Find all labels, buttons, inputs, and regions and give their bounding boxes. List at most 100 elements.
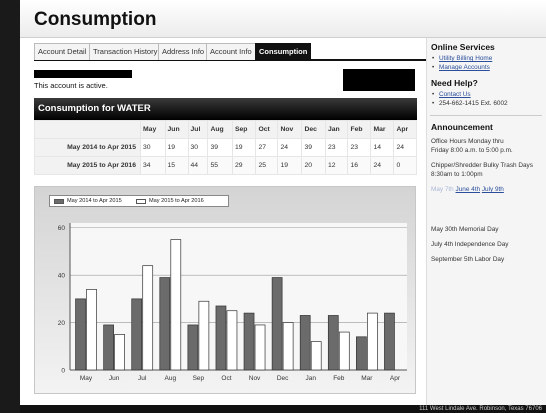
manage-accounts-link[interactable]: Manage Accounts (439, 64, 490, 71)
tab-transaction-history[interactable]: Transaction History (89, 43, 162, 60)
bar (226, 310, 238, 371)
legend-swatch-series-2 (136, 199, 146, 204)
bar (384, 312, 395, 371)
month-header: Jan (324, 120, 349, 139)
table-row: May 2014 to Apr 2015 30 19 30 39 19 27 2… (34, 138, 417, 157)
table-cell: 29 (231, 156, 257, 175)
sidebar-divider (430, 115, 542, 116)
announcement-line: 8:30am to 1:00pm (431, 171, 483, 178)
month-header: Feb (347, 120, 372, 139)
consumption-bar-chart: 0 20 40 60 May Jun Jul Aug Sep Oct Nov Dec Jan Feb Mar… (58, 223, 407, 382)
bar (215, 305, 227, 371)
bar (327, 315, 339, 371)
list-item: Utility Billing Home (431, 54, 492, 63)
tab-address-info[interactable]: Address Info (158, 43, 209, 60)
date-faded: May 7th (431, 186, 454, 193)
x-tick-label: Apr (390, 375, 401, 382)
table-cell: 19 (277, 156, 303, 175)
legend-label-series-1: May 2014 to Apr 2015 (67, 198, 122, 204)
bar (86, 289, 97, 371)
redacted-account-name (34, 70, 132, 78)
table-cell: 30 (187, 138, 209, 157)
bar (131, 298, 143, 371)
table-cell: 55 (207, 156, 233, 175)
table-cell: 20 (301, 156, 326, 175)
bar (187, 324, 199, 371)
contact-us-link[interactable]: Contact Us (439, 91, 471, 98)
month-header: Jul (187, 120, 209, 139)
chart-legend: May 2014 to Apr 2015 May 2015 to Apr 201… (49, 195, 229, 207)
y-tick-label: 20 (58, 320, 66, 327)
announcement-heading: Announcement (431, 122, 493, 132)
need-help-list: Contact Us 254-662-1415 Ext. 6002 (431, 90, 508, 108)
month-header: Nov (277, 120, 303, 139)
bar (243, 312, 255, 371)
bar (159, 277, 171, 371)
table-corner-cell (34, 120, 141, 139)
announcement-dates: May 7th June 4th July 9th (431, 185, 504, 194)
y-tick-label: 60 (58, 225, 66, 232)
y-tick-label: 40 (58, 273, 66, 280)
table-cell: 14 (370, 138, 395, 157)
list-item: 254-662-1415 Ext. 6002 (431, 99, 508, 108)
date-link-july[interactable]: July 9th (482, 186, 504, 193)
table-cell: 30 (140, 138, 166, 157)
table-header-row: May Jun Jul Aug Sep Oct Nov Dec Jan Feb … (34, 120, 417, 139)
bar (103, 324, 114, 371)
month-header: Aug (207, 120, 233, 139)
table-cell: 34 (140, 156, 166, 175)
table-cell: 0 (393, 156, 417, 175)
table-cell: 24 (393, 138, 417, 157)
consumption-chart-panel: 0 20 40 60 May Jun Jul Aug Sep Oct Nov Dec Jan Feb Mar… (34, 186, 416, 394)
x-tick-label: Nov (249, 375, 261, 382)
date-link-june[interactable]: June 4th (456, 186, 481, 193)
table-cell: 23 (324, 138, 349, 157)
bar (75, 298, 86, 371)
bar (338, 331, 350, 371)
x-tick-label: May (80, 375, 93, 382)
bar (198, 300, 210, 371)
utility-billing-home-link[interactable]: Utility Billing Home (439, 55, 492, 62)
redacted-account-info (343, 69, 415, 91)
x-tick-label: Jan (305, 375, 316, 382)
month-header: Mar (370, 120, 395, 139)
x-tick-label: Jul (138, 375, 147, 382)
bar (142, 265, 154, 371)
x-tick-label: Mar (361, 375, 373, 382)
x-tick-label: Aug (165, 375, 177, 382)
month-header: Apr (393, 120, 417, 139)
sidebar: Online Services Utility Billing Home Man… (426, 38, 546, 405)
bar (310, 341, 322, 371)
tab-consumption[interactable]: Consumption (255, 43, 312, 61)
month-header: Oct (255, 120, 279, 139)
tab-account-detail[interactable]: Account Detail (34, 43, 91, 60)
month-header: May (140, 120, 166, 139)
online-services-list: Utility Billing Home Manage Accounts (431, 54, 492, 72)
phone-number: 254-662-1415 Ext. 6002 (439, 100, 508, 107)
bar (367, 312, 378, 371)
table-cell: 15 (164, 156, 189, 175)
table-cell: 12 (324, 156, 349, 175)
table-cell: 24 (277, 138, 303, 157)
page: Consumption Account Detail Transaction H… (20, 0, 546, 405)
x-tick-label: Jun (109, 375, 120, 382)
y-tick-label: 0 (61, 368, 65, 375)
legend-swatch-series-1 (54, 199, 64, 204)
table-cell: 23 (347, 138, 372, 157)
bar (271, 277, 283, 371)
row-label: May 2014 to Apr 2015 (34, 138, 141, 157)
announcement-line: Friday 8:00 a.m. to 5:00 p.m. (431, 147, 513, 154)
tab-account-info[interactable]: Account Info (206, 43, 256, 60)
table-cell: 25 (255, 156, 279, 175)
tab-bar: Account Detail Transaction History Addre… (34, 42, 434, 61)
bar (282, 322, 294, 371)
table-row: May 2015 to Apr 2016 34 15 44 55 29 25 1… (34, 156, 417, 175)
bar (170, 239, 182, 371)
x-tick-label: Oct (221, 375, 231, 382)
bar (254, 324, 266, 371)
bar (356, 336, 367, 371)
table-cell: 39 (207, 138, 233, 157)
month-header: Dec (301, 120, 326, 139)
consumption-table: May Jun Jul Aug Sep Oct Nov Dec Jan Feb … (34, 120, 417, 175)
announcement-line: Office Hours Monday thru (431, 138, 504, 145)
